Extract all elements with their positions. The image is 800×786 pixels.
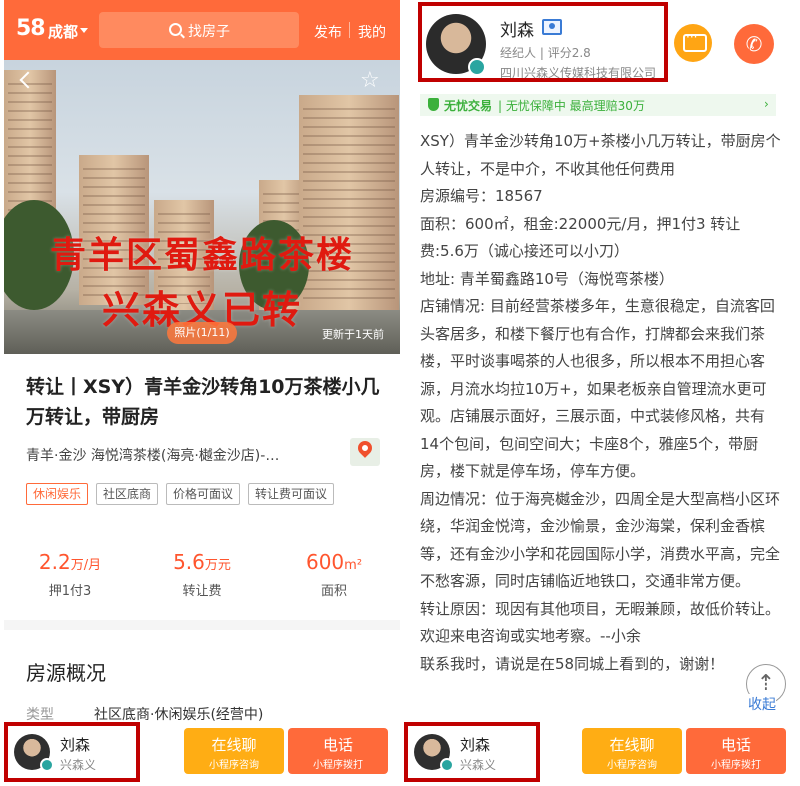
- agent-name: 刘森: [500, 21, 534, 41]
- collapse-link[interactable]: 收起: [744, 694, 776, 714]
- rent-value: 2.2万/月: [38, 550, 102, 574]
- photo-counter[interactable]: 照片(1/11): [167, 322, 237, 344]
- description-paragraph: 联系我时，请说是在58同城上看到的，谢谢！: [420, 654, 725, 673]
- agent-card[interactable]: 刘森 兴森义: [4, 722, 140, 782]
- agent-company: 兴森义: [460, 758, 497, 772]
- chevron-down-icon[interactable]: [80, 28, 88, 33]
- shield-icon: [428, 98, 439, 111]
- location-pin-icon: [355, 438, 375, 458]
- verified-badge-icon: [468, 58, 486, 76]
- bottom-action-bar: 刘森 兴森义 在线聊 小程序咨询 电话 小程序拨打: [404, 722, 800, 786]
- chat-bubble-icon[interactable]: [674, 24, 712, 62]
- search-input[interactable]: 找房子: [99, 12, 299, 48]
- listing-title: 转让丨XSY）青羊金沙转角10万茶楼小几万转让，带厨房: [26, 376, 380, 428]
- call-sublabel: 小程序拨打: [711, 760, 761, 771]
- banner-brand: 无忧交易: [444, 99, 493, 113]
- tag: 休闲娱乐: [26, 483, 89, 505]
- agent-company: 四川兴森义传媒科技有限公司: [500, 66, 657, 80]
- listing-photo[interactable]: 青羊区蜀鑫路茶楼 兴森义已转 ☆ 照片(1/11) 更新于1天前: [4, 60, 400, 354]
- chat-label: 在线聊: [211, 736, 257, 754]
- description-paragraph: XSY）青羊金沙转角10万+茶楼小几万转让，带厨房个人转让，不是中介，不收其他任…: [420, 132, 781, 178]
- divider: [349, 22, 350, 38]
- phone-icon[interactable]: ✆: [734, 24, 774, 64]
- tag: 社区底商: [96, 483, 159, 505]
- city-selector[interactable]: 成都: [48, 21, 78, 42]
- agent-name: 刘森: [460, 736, 491, 754]
- online-chat-button[interactable]: 在线聊 小程序咨询: [582, 728, 682, 774]
- key-stats: 2.2万/月 押1付3 5.6万元 转让费 600m² 面积: [4, 550, 400, 610]
- agent-profile-card[interactable]: 刘森 经纪人 | 评分2.8 四川兴森义传媒科技有限公司: [418, 2, 668, 82]
- type-value: 社区底商·休闲娱乐(经营中): [94, 707, 264, 723]
- verified-badge-icon: [40, 758, 54, 772]
- transfer-fee-label: 转让费: [182, 584, 222, 599]
- online-chat-button[interactable]: 在线聊 小程序咨询: [184, 728, 284, 774]
- transfer-fee-stat: 5.6万元 转让费: [136, 550, 268, 599]
- description-paragraph: 面积：600㎡，租金:22000元/月，押1付3 转让费:5.6万（诚心接还可以…: [420, 214, 741, 261]
- listing-detail-screen: 刘森 经纪人 | 评分2.8 四川兴森义传媒科技有限公司 ✆ 无忧交易 | 无忧…: [404, 0, 800, 786]
- agent-card[interactable]: 刘森 兴森义: [404, 722, 540, 782]
- phone-call-button[interactable]: 电话 小程序拨打: [686, 728, 786, 774]
- area-value: 600m²: [305, 550, 363, 574]
- description-paragraph: 周边情况：位于海亮樾金沙，四周全是大型高档小区环绕，华润金悦湾，金沙愉景，金沙海…: [420, 489, 781, 591]
- agent-company: 兴森义: [60, 758, 97, 772]
- listing-overview-screen: 58 成都 找房子 发布 我的 青羊区蜀鑫路茶楼 兴森义已转 ☆ 照片(1/11…: [4, 0, 400, 786]
- publish-link[interactable]: 发布: [314, 22, 342, 42]
- chat-label: 在线聊: [609, 736, 655, 754]
- id-card-icon: [542, 19, 562, 35]
- chat-sublabel: 小程序咨询: [209, 760, 259, 771]
- transfer-fee-value: 5.6万元: [173, 550, 231, 574]
- bottom-action-bar: 刘森 兴森义 在线聊 小程序咨询 电话 小程序拨打: [4, 722, 400, 786]
- call-label: 电话: [720, 736, 751, 754]
- rent-label: 押1付3: [48, 584, 92, 599]
- rent-stat: 2.2万/月 押1付3: [4, 550, 136, 599]
- area-label: 面积: [320, 584, 347, 599]
- chat-sublabel: 小程序咨询: [607, 760, 657, 771]
- call-sublabel: 小程序拨打: [313, 760, 363, 771]
- overview-title: 房源概况: [26, 661, 106, 685]
- tag: 价格可面议: [166, 483, 241, 505]
- favorite-star-icon[interactable]: ☆: [360, 68, 380, 93]
- search-placeholder: 找房子: [188, 24, 230, 40]
- listing-address[interactable]: 青羊·金沙 海悦湾茶楼(海亮·樾金沙店)-…: [26, 445, 326, 465]
- agent-role: 经纪人 | 评分2.8: [500, 46, 591, 60]
- safe-trade-banner[interactable]: 无忧交易 | 无忧保障中 最高理赔30万 ›: [420, 94, 776, 116]
- top-navigation-bar: 58 成都 找房子 发布 我的: [4, 0, 400, 60]
- description-paragraph: 房源编号：18567: [420, 187, 543, 205]
- listing-description: XSY）青羊金沙转角10万+茶楼小几万转让，带厨房个人转让，不是中介，不收其他任…: [420, 128, 784, 678]
- chevron-right-icon: ›: [764, 97, 769, 111]
- search-icon: [169, 23, 182, 36]
- type-label: 类型: [26, 707, 54, 723]
- banner-text: | 无忧保障中 最高理赔30万: [498, 99, 645, 113]
- 58-logo[interactable]: 58: [16, 16, 46, 41]
- photo-caption-line1: 青羊区蜀鑫路茶楼: [49, 235, 354, 276]
- agent-header: 刘森 经纪人 | 评分2.8 四川兴森义传媒科技有限公司 ✆: [404, 0, 800, 88]
- section-divider: [4, 620, 400, 630]
- call-label: 电话: [322, 736, 353, 754]
- phone-call-button[interactable]: 电话 小程序拨打: [288, 728, 388, 774]
- tag: 转让费可面议: [248, 483, 335, 505]
- tag-list: 休闲娱乐 社区底商 价格可面议 转让费可面议: [26, 483, 335, 505]
- description-paragraph: 地址: 青羊蜀鑫路10号（海悦弯茶楼）: [420, 269, 674, 288]
- area-stat: 600m² 面积: [268, 550, 400, 599]
- updated-time: 更新于1天前: [322, 328, 384, 341]
- agent-name: 刘森: [60, 736, 91, 754]
- map-thumbnail[interactable]: [350, 438, 380, 466]
- description-paragraph: 店铺情况: 目前经营茶楼多年，生意很稳定，自流客回头客居多，和楼下餐厅也有合作，…: [420, 297, 775, 480]
- description-paragraph: 转让原因：现因有其他项目，无暇兼顾，故低价转让。欢迎来电咨询或实地考察。--小余: [420, 599, 781, 646]
- verified-badge-icon: [440, 758, 454, 772]
- my-account-link[interactable]: 我的: [358, 22, 386, 42]
